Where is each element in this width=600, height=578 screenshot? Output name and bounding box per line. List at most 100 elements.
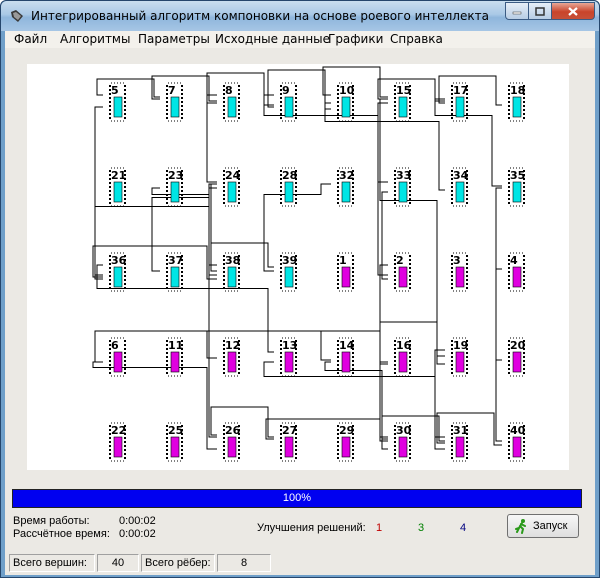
calc-time-label: Рассчётное время: [13,528,110,540]
wire [210,183,217,272]
element-body [284,351,294,373]
pin-dot [409,190,411,192]
pin-dot [223,352,225,354]
pin-dot [223,279,225,281]
pin-dot [181,198,183,200]
pin-dot [337,287,339,289]
element-label: 32 [339,169,355,182]
pin-dot [181,202,183,204]
pin-dot [451,437,453,439]
element-label: 15 [396,84,412,97]
pin-dot [508,283,510,285]
pin-dot [109,271,111,273]
menu-source-data[interactable]: Исходные данные [215,32,330,46]
improvement-2: 3 [418,522,425,534]
pin-dot [238,356,240,358]
pin-dot [352,271,354,273]
pin-dot [466,453,468,455]
pin-dot [295,190,297,192]
title-bar[interactable]: Интегрированный алгоритм компоновки на о… [1,1,599,31]
wire [381,191,388,280]
pin-dot [124,101,126,103]
pin-dot [223,117,225,119]
wire [94,106,103,280]
pin-dot [181,275,183,277]
pin-dot [166,198,168,200]
pin-dot [166,368,168,370]
pin-dot [280,364,282,366]
pin-dot [451,453,453,455]
pin-dot [166,372,168,374]
pin-dot [280,356,282,358]
pin-dot [409,105,411,107]
pin-dot [124,113,126,115]
pin-dot [280,449,282,451]
menu-help[interactable]: Справка [390,32,443,46]
edges-value: 8 [217,554,271,572]
pin-dot [394,271,396,273]
pin-dot [394,279,396,281]
pin-dot [466,356,468,358]
pin-dot [352,453,354,455]
pin-dot [295,275,297,277]
pin-dot [523,194,525,196]
run-button[interactable]: Запуск [507,514,579,538]
pin-dot [409,275,411,277]
pin-dot [181,368,183,370]
element-label: 10 [339,84,355,97]
pin-dot [166,283,168,285]
pin-dot [394,182,396,184]
pin-dot [124,437,126,439]
pin-dot [466,352,468,354]
menu-charts[interactable]: Графики [328,32,383,46]
menu-parameters[interactable]: Параметры [138,32,210,46]
pin-dot [238,198,240,200]
pin-dot [451,445,453,447]
pin-dot [223,356,225,358]
pin-dot [238,360,240,362]
pin-dot [238,101,240,103]
run-button-label: Запуск [533,520,568,532]
pin-dot [280,109,282,111]
pin-dot [223,267,225,269]
pin-dot [124,356,126,358]
pin-dot [295,267,297,269]
pin-dot [124,445,126,447]
improvements-label: Улучшения решений: [257,522,366,534]
pin-dot [337,437,339,439]
pin-dot [409,279,411,281]
element-body [227,96,237,118]
pin-dot [223,182,225,184]
element-body [170,266,180,288]
pin-dot [409,259,411,261]
menu-algorithms[interactable]: Алгоритмы [60,32,130,46]
element-body [341,266,351,288]
pin-dot [394,445,396,447]
maximize-button[interactable] [528,2,552,20]
element-body [170,96,180,118]
pin-dot [352,364,354,366]
pin-dot [337,364,339,366]
pin-dot [166,441,168,443]
element-body [455,351,465,373]
close-button[interactable] [551,2,595,20]
pin-dot [451,441,453,443]
pin-dot [295,287,297,289]
minimize-button[interactable] [505,2,529,20]
element-label: 16 [396,339,412,352]
pin-dot [124,117,126,119]
pin-dot [280,441,282,443]
pin-dot [466,101,468,103]
pin-dot [508,372,510,374]
pin-dot [181,279,183,281]
wire [377,78,445,102]
pin-dot [508,194,510,196]
pin-dot [124,271,126,273]
pin-dot [409,194,411,196]
pin-dot [238,364,240,366]
pin-dot [508,279,510,281]
pin-dot [523,360,525,362]
pin-dot [238,182,240,184]
menu-file[interactable]: Файл [14,32,47,46]
pin-dot [109,437,111,439]
